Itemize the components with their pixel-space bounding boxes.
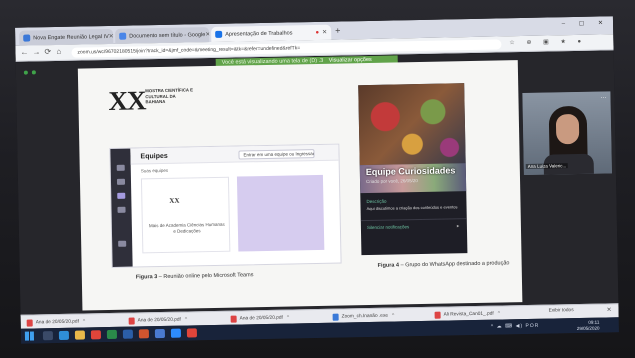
tab-favicon-icon [215,30,223,38]
chrome2-icon[interactable] [186,328,197,338]
recording-dot-icon: ● [315,29,320,36]
download-filename: Ana de 20/05/20.pdf [35,319,79,325]
group-cover-image [358,83,466,166]
activity-icon [116,164,125,171]
group-created-info: Criado por você, 26/05/20 [365,178,418,185]
more-options-icon[interactable]: ⋯ [600,94,606,101]
event-logo-text: MOSTRA CIENTÍFICA E CULTURAL DA BAHIANA [145,87,193,105]
team-card-placeholder [236,174,325,252]
download-item[interactable]: Ana de 20/05/20.pdf ^ [128,315,188,326]
figure-4-label: Figura 4 [377,262,400,269]
forward-button[interactable]: → [32,47,40,56]
show-all-downloads-button[interactable]: Exibir todos [549,308,574,313]
chevron-up-icon[interactable]: ^ [83,318,85,324]
zoom-icon[interactable] [170,328,182,338]
team-card: XX Mais de Academia Ciências Humanas e D… [140,176,231,254]
tab-label: Documento sem título - Google [129,31,206,40]
download-filename: Zoom_ch.Inanão .exe [341,313,389,320]
download-item[interactable]: Ali Revista_Can01_.pdf ^ [434,309,501,320]
reload-button[interactable]: ⟳ [44,47,51,56]
tab-close-icon[interactable]: ✕ [205,31,209,38]
tab-favicon-icon [23,34,31,42]
status-dot-icon [31,70,36,75]
system-tray[interactable]: ^ ☁ ⌨ ◀) POR [491,323,540,330]
figure-3-label: Figura 3 [135,274,158,281]
teams-app-rail [110,148,133,267]
apps-icon [118,240,127,247]
chat-icon [116,178,126,185]
download-item[interactable]: Ana de 20/05/20.pdf ^ [230,313,290,324]
powerpoint-icon[interactable] [138,329,150,339]
divider [360,218,467,222]
participant-name: Ana Luiza Valeric... [525,163,569,169]
chevron-up-icon[interactable]: ^ [498,311,500,317]
download-item[interactable]: Ana de 20/05/20.pdf ^ [26,316,86,327]
figure-3-text: – Reunião online pelo Microsoft Teams [158,272,254,281]
download-filename: Ana de 20/05/20.pdf [137,317,181,323]
participant-face [555,113,580,145]
participant-video-tile[interactable]: Ana Luiza Valeric... ⋯ [522,91,612,176]
search-icon[interactable] [42,331,54,341]
whatsapp-screenshot: Equipe Curiosidades Criado por você, 26/… [358,83,468,256]
teams-icon [117,192,126,199]
download-item[interactable]: Zoom_ch.Inanão .exe ^ [332,311,395,322]
pdf-file-icon [434,311,441,319]
clock-date: 29/05/2020 [576,325,600,331]
team-card-name: Mais de Academia Ciências Humanas e Dedi… [148,221,225,234]
team-card-logo: XX [169,196,180,205]
download-filename: Ali Revista_Can01_.pdf [443,311,494,318]
explorer-icon[interactable] [74,330,86,340]
status-dot-icon [23,70,28,75]
group-description-label: Descrição [366,198,387,205]
download-filename: Ana de 20/05/20.pdf [239,315,283,322]
event-logo: XX [108,85,146,116]
figure-4-caption: Figura 4 – Grupo do WhatsApp destinado a… [378,260,510,269]
word-icon[interactable] [122,329,134,339]
group-name: Equipe Curiosidades [365,165,456,178]
excel-icon[interactable] [106,329,118,340]
tab-label: Apresentação de Trabalhos [225,29,293,38]
mute-notifications-label: Silenciar notificações [366,224,410,231]
photos-icon[interactable] [154,328,166,339]
figure-3-caption: Figura 3 – Reunião online pelo Microsoft… [136,272,254,280]
pdf-file-icon [26,318,33,327]
pdf-file-icon [230,315,237,323]
back-button[interactable]: ← [20,48,28,57]
windows-start-icon[interactable] [24,331,35,341]
tab-close-icon[interactable]: ✕ [322,29,327,36]
close-downloads-icon[interactable]: ✕ [606,306,612,313]
zoom-share-viewer: Você está visualizando uma tela de (D) .… [15,51,619,315]
tab-close-icon[interactable]: ✕ [109,33,114,40]
exe-file-icon [332,313,339,321]
teams-section-label: Suas equipes [140,167,169,174]
edge-icon[interactable] [58,330,70,340]
group-description: Aqui discutimos a criação dos conteúdos … [366,204,458,212]
shared-slide: XX MOSTRA CIENTÍFICA E CULTURAL DA BAHIA… [77,60,523,311]
laptop-screen: Nova Engate Reunião Legal IV ✕ Documento… [15,16,619,344]
chevron-up-icon[interactable]: ^ [287,315,289,321]
teams-screenshot: Equipes Entrar em uma equipe ou Ingressa… [109,143,342,268]
chevron-up-icon[interactable]: ^ [185,317,187,323]
chevron-up-icon[interactable]: ^ [392,313,394,319]
window-controls[interactable]: – ▢ ✕ [562,19,609,27]
join-team-button: Entrar em uma equipe ou Ingressar nela [238,149,315,160]
teams-title: Equipes [140,152,168,161]
tab-favicon-icon [119,32,127,40]
calendar-icon [117,206,126,213]
figure-4-text: – Grupo do WhatsApp destinado a produção [400,260,510,269]
pdf-file-icon [128,317,135,325]
home-button[interactable]: ⌂ [56,47,61,56]
chrome-icon[interactable] [90,330,102,340]
taskbar-clock[interactable]: 09:11 29/05/2020 [577,320,600,331]
toggle-icon: ▸ [456,223,460,230]
new-tab-button[interactable]: + [335,26,340,36]
extension-icons[interactable]: ☆ ⊕ ▣ ★ ● [509,38,586,46]
tab-label: Nova Engate Reunião Legal IV [33,33,109,41]
